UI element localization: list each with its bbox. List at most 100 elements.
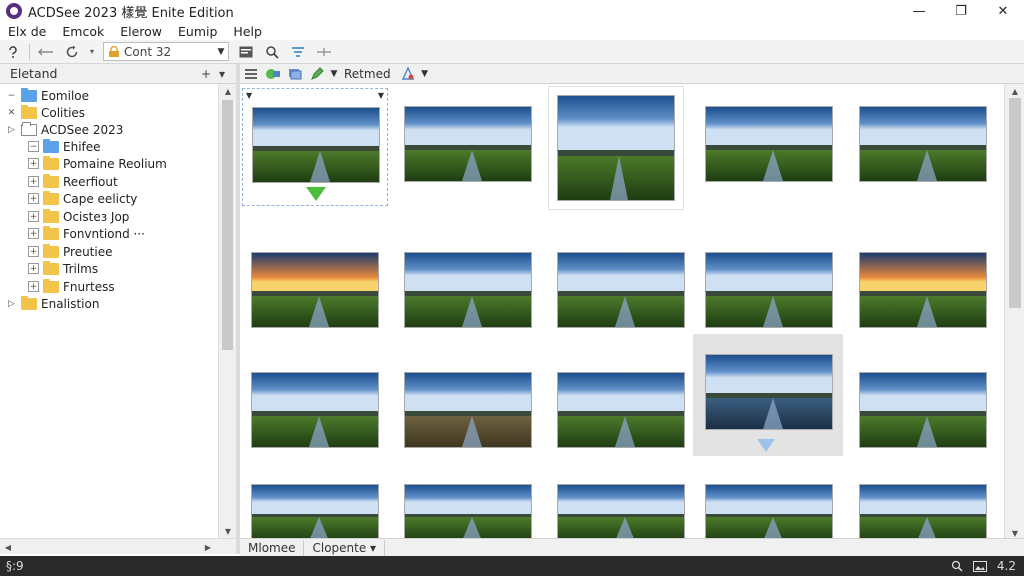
search-icon[interactable] <box>261 42 283 62</box>
thumbnail-item[interactable] <box>395 474 541 540</box>
scroll-left-icon[interactable]: ◀ <box>0 540 16 554</box>
collapse-icon[interactable]: ▷ <box>6 124 17 135</box>
minimize-button[interactable]: — <box>898 0 940 22</box>
image-icon[interactable] <box>972 560 987 572</box>
thumbnail-item[interactable] <box>850 474 996 540</box>
help-icon[interactable] <box>2 42 24 62</box>
tree-item[interactable]: − Ehifee <box>28 138 101 155</box>
menu-file[interactable]: Elx de <box>0 24 54 39</box>
expand-icon[interactable]: + <box>28 228 39 239</box>
expand-icon[interactable]: + <box>28 211 39 222</box>
grid-scroll-thumb[interactable] <box>1009 98 1021 308</box>
tab-mode-1[interactable]: Mlomee <box>240 539 305 556</box>
collapse-icon[interactable]: ▷ <box>6 298 17 309</box>
edit-icon[interactable] <box>306 65 328 83</box>
thumbnail-item[interactable] <box>850 88 996 206</box>
grid-vertical-scrollbar[interactable]: ▲ ▼ <box>1004 84 1024 540</box>
thumbnail-item[interactable] <box>696 88 842 206</box>
collapse-icon[interactable]: ✕ <box>6 107 17 118</box>
thumbnail-item[interactable] <box>548 474 694 540</box>
tree-item[interactable]: ▷ ACDSee 2023 <box>6 121 123 138</box>
tree-scroll-thumb[interactable] <box>222 100 233 350</box>
scroll-up-icon[interactable]: ▲ <box>219 84 237 98</box>
dropdown-icon[interactable]: ▾ <box>87 42 97 62</box>
scroll-right-icon[interactable]: ▶ <box>200 540 216 554</box>
close-button[interactable]: ✕ <box>982 0 1024 22</box>
tree-item[interactable]: + Fonvntiond ··· <box>28 225 145 242</box>
tree-item[interactable]: + Ocisteз Jop <box>28 208 129 225</box>
expand-icon[interactable]: + <box>28 193 39 204</box>
tree-horizontal-scrollbar[interactable]: ◀ ▶ <box>0 538 236 554</box>
thumbnail-item[interactable] <box>548 234 694 352</box>
image-icon[interactable] <box>235 42 257 62</box>
tree-vertical-scrollbar[interactable]: ▲ ▼ <box>218 84 236 538</box>
dropdown-icon[interactable]: ▼ <box>419 65 431 83</box>
tree-item[interactable]: + Trilms <box>28 260 98 277</box>
thumbnail-item[interactable] <box>850 354 996 472</box>
scroll-down-icon[interactable]: ▼ <box>219 524 237 538</box>
tree-item[interactable]: + Pomaine Reolium <box>28 155 167 172</box>
menu-view[interactable]: Elerow <box>112 24 170 39</box>
expand-icon[interactable]: + <box>28 176 39 187</box>
photo-thumbnail <box>404 106 532 182</box>
thumbnail-item[interactable] <box>548 354 694 472</box>
add-folder-button[interactable]: + <box>198 67 214 81</box>
photo-thumbnail <box>859 372 987 448</box>
thumbnail-item[interactable] <box>696 474 842 540</box>
window-title: ACDSee 2023 樣覺 Enite Edition <box>28 5 234 21</box>
tree-item[interactable]: ✕ Colities <box>6 104 85 121</box>
maximize-button[interactable]: ❐ <box>940 0 982 22</box>
tree-item[interactable]: + Cape eelicty <box>28 190 137 207</box>
panel-menu-button[interactable]: ▾ <box>214 67 230 81</box>
status-bar: §:9 4.2 <box>0 556 1024 576</box>
expand-icon[interactable]: + <box>28 263 39 274</box>
thumbnail-item[interactable] <box>395 234 541 352</box>
view-mode-combo[interactable]: Cont 32 ▼ <box>103 42 229 61</box>
tree-item[interactable]: ▷ Enalistion <box>6 295 99 312</box>
collection-icon[interactable] <box>284 65 306 83</box>
thumbnail-item[interactable] <box>548 86 684 210</box>
tree-item[interactable]: − Eomiloe <box>6 87 89 104</box>
back-icon[interactable] <box>35 42 57 62</box>
tree-item[interactable]: + Preutiee <box>28 243 113 260</box>
dropdown-icon[interactable]: ▼ <box>328 65 340 83</box>
expand-icon[interactable]: + <box>28 281 39 292</box>
tab-mode-2[interactable]: Clopente ▾ <box>304 539 386 556</box>
collapse-icon[interactable]: − <box>6 90 17 101</box>
zoom-icon[interactable] <box>951 560 963 572</box>
status-zoom-value: 4.2 <box>996 559 1016 573</box>
filter-label[interactable]: Retmed <box>344 67 391 81</box>
expand-icon[interactable]: + <box>28 246 39 257</box>
chevron-down-icon: ▼ <box>217 46 225 57</box>
thumbnail-item[interactable] <box>395 88 541 206</box>
tree-item[interactable]: + Fnurtess <box>28 278 115 295</box>
thumbnail-item[interactable] <box>693 334 843 456</box>
thumbnail-item[interactable] <box>242 354 388 472</box>
tree-item-label: Ocisteз Jop <box>63 209 130 224</box>
filter-icon[interactable] <box>287 42 309 62</box>
thumbnail-item[interactable] <box>850 234 996 352</box>
thumbnail-item[interactable]: ▼ ▼ <box>242 88 388 206</box>
tree-item-label: Pomaine Reolium <box>63 156 167 171</box>
thumbnail-item[interactable] <box>395 354 541 472</box>
app-logo-icon <box>6 3 22 19</box>
tag-add-icon[interactable] <box>262 65 284 83</box>
menu-tools[interactable]: Eumip <box>170 24 225 39</box>
tree-item-label: Enalistion <box>41 296 100 311</box>
tree-item-label: Trilms <box>63 261 99 276</box>
status-right-area: 4.2 <box>951 559 1016 573</box>
compare-icon[interactable] <box>313 42 335 62</box>
tree-item-label: ACDSee 2023 <box>41 122 124 137</box>
lock-icon <box>109 45 119 57</box>
sort-icon[interactable] <box>397 65 419 83</box>
expand-icon[interactable]: + <box>28 158 39 169</box>
tree-item[interactable]: + Reerfiout <box>28 173 118 190</box>
menu-help[interactable]: Help <box>225 24 270 39</box>
thumbnail-item[interactable] <box>242 474 388 540</box>
menu-icon[interactable] <box>240 65 262 83</box>
scroll-up-icon[interactable]: ▲ <box>1005 84 1024 98</box>
menu-edit[interactable]: Emcok <box>54 24 112 39</box>
collapse-icon[interactable]: − <box>28 141 39 152</box>
refresh-icon[interactable] <box>61 42 83 62</box>
thumbnail-item[interactable] <box>242 234 388 352</box>
